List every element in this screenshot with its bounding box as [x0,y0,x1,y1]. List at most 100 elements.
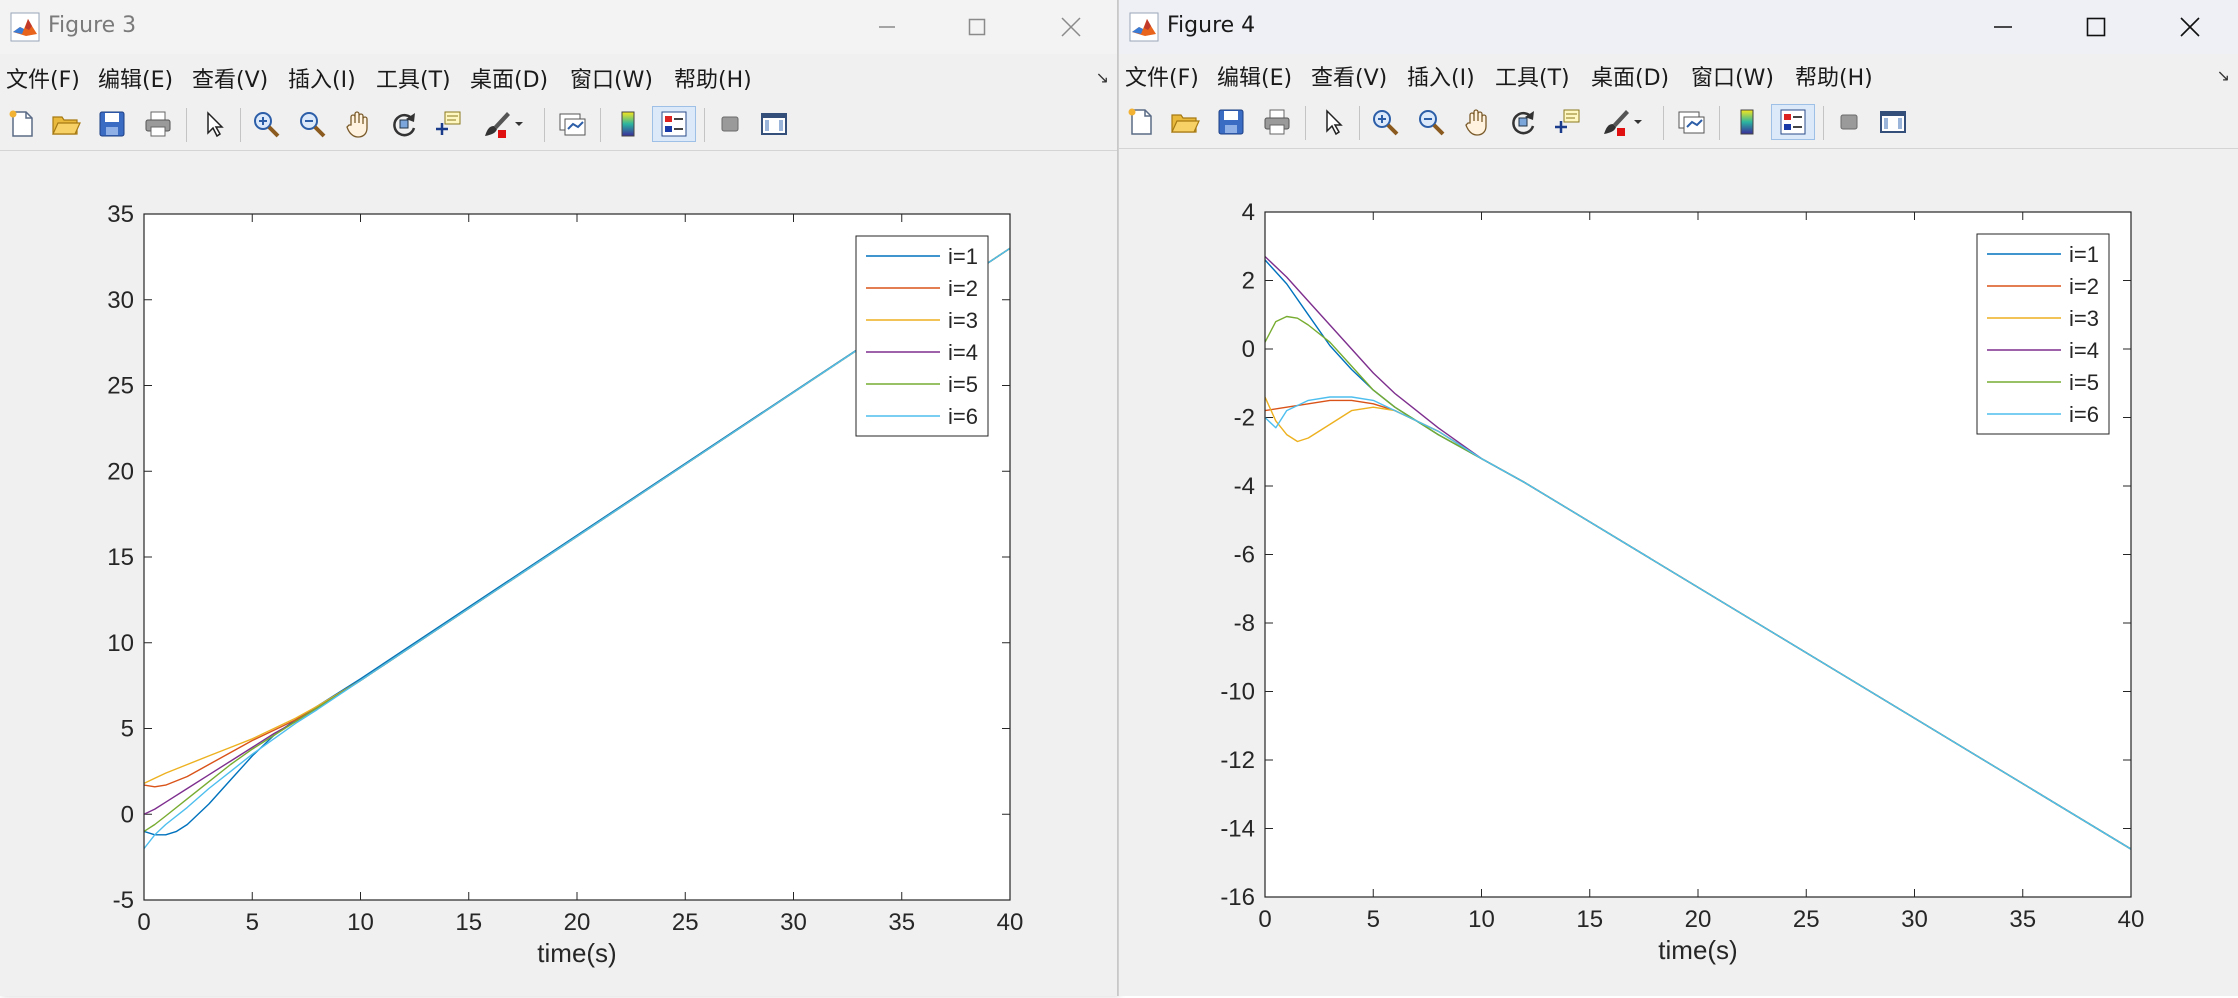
insert-legend-button[interactable] [652,106,696,142]
data-cursor-button[interactable] [1549,104,1585,140]
y-tick-label: -12 [1220,747,1255,774]
insert-colorbar-button[interactable] [610,106,646,142]
select-arrow-button[interactable] [196,106,232,142]
y-tick-label: -4 [1234,473,1255,500]
brush-button[interactable] [478,106,514,142]
menu-tools[interactable]: 工具(T) [376,62,451,94]
y-tick-label: 35 [107,201,134,228]
line-chart[interactable]: 0 5 10 15 20 25 30 35 40 -16 -14 -12 -10 -8 -6 -4 -2 0 2 4 t… [1119,150,2238,996]
y-tick-label: 20 [107,458,134,485]
brush-icon [485,112,510,138]
x-tick-label: 0 [137,909,150,936]
legend-label: i=4 [2069,338,2099,363]
legend-label: i=5 [948,372,978,397]
minimize-button[interactable] [856,6,918,48]
y-tick-label: 4 [1242,199,1255,226]
legend-label: i=2 [948,276,978,301]
menu-insert[interactable]: 插入(I) [1407,60,1475,92]
x-tick-label: 40 [997,909,1024,936]
new-figure-button[interactable] [1123,104,1159,140]
select-arrow-button[interactable] [1315,104,1351,140]
open-file-button[interactable] [48,106,84,142]
legend-label: i=4 [948,340,978,365]
save-button[interactable] [1213,104,1249,140]
rotate-3d-button[interactable] [386,106,422,142]
x-tick-label: 15 [455,909,482,936]
brush-dropdown[interactable] [512,106,526,142]
brush-dropdown[interactable] [1631,104,1645,140]
dock-figure-icon[interactable]: ↘ [1096,68,1109,87]
pan-button[interactable] [1459,104,1495,140]
save-button[interactable] [94,106,130,142]
x-tick-label: 30 [1901,906,1928,933]
zoom-out-button[interactable] [1413,104,1449,140]
menu-desktop[interactable]: 桌面(D) [470,62,548,94]
title-bar[interactable]: Figure 4 [1119,0,2238,54]
zoom-out-button[interactable] [294,106,330,142]
pan-button[interactable] [340,106,376,142]
print-icon [1264,109,1290,135]
show-plot-tools-button[interactable] [756,106,792,142]
menu-view[interactable]: 查看(V) [1311,60,1387,92]
link-plot-button[interactable] [1673,104,1709,140]
brush-button[interactable] [1597,104,1633,140]
menu-edit[interactable]: 编辑(E) [1217,60,1292,92]
hide-plot-tools-button[interactable] [1831,104,1867,140]
close-button[interactable] [2159,6,2221,48]
menu-desktop[interactable]: 桌面(D) [1591,60,1669,92]
new-figure-button[interactable] [4,106,40,142]
pan-hand-icon [346,111,368,138]
menu-help[interactable]: 帮助(H) [674,62,752,94]
menu-window[interactable]: 窗口(W) [1691,60,1774,92]
maximize-icon [2086,17,2106,37]
maximize-button[interactable] [2065,6,2127,48]
menu-help[interactable]: 帮助(H) [1795,60,1873,92]
menu-edit[interactable]: 编辑(E) [98,62,173,94]
y-tick-label: -8 [1234,610,1255,637]
data-cursor-icon [1555,109,1580,133]
minimize-icon [1994,26,2012,28]
insert-colorbar-button[interactable] [1729,104,1765,140]
menu-file[interactable]: 文件(F) [1125,60,1199,92]
minimize-button[interactable] [1972,6,2034,48]
menu-insert[interactable]: 插入(I) [288,62,356,94]
menu-view[interactable]: 查看(V) [192,62,268,94]
title-bar[interactable]: Figure 3 [0,0,1117,54]
close-button[interactable] [1040,6,1102,48]
maximize-button[interactable] [946,6,1008,48]
print-button[interactable] [140,106,176,142]
link-plot-icon [1678,111,1705,134]
chevron-down-icon [515,122,523,126]
rotate-3d-icon [393,113,416,137]
zoom-out-icon [1419,110,1445,136]
x-tick-label: 25 [1793,906,1820,933]
print-button[interactable] [1259,104,1295,140]
menu-file[interactable]: 文件(F) [6,62,80,94]
open-file-button[interactable] [1167,104,1203,140]
line-chart[interactable]: 0 5 10 15 20 25 30 35 40-505101520253035time(s)i… [0,152,1118,996]
zoom-in-button[interactable] [1367,104,1403,140]
x-tick-label: 25 [672,909,699,936]
close-icon [2180,17,2200,37]
x-tick-label: 20 [1685,906,1712,933]
y-tick-label: -6 [1234,542,1255,569]
select-arrow-icon [1326,109,1343,136]
hide-plot-tools-button[interactable] [712,106,748,142]
menu-tools[interactable]: 工具(T) [1495,60,1570,92]
menu-window[interactable]: 窗口(W) [570,62,653,94]
show-plot-tools-button[interactable] [1875,104,1911,140]
matlab-logo-icon [1129,12,1159,42]
link-plot-button[interactable] [554,106,590,142]
data-cursor-button[interactable] [430,106,466,142]
save-icon [99,111,125,137]
x-axis-label: time(s) [537,938,616,968]
zoom-in-button[interactable] [248,106,284,142]
dock-figure-icon[interactable]: ↘ [2217,66,2230,85]
x-tick-label: 5 [246,909,259,936]
y-tick-label: -14 [1220,816,1255,843]
y-tick-label: 0 [121,801,134,828]
rotate-3d-button[interactable] [1505,104,1541,140]
insert-legend-button[interactable] [1771,104,1815,140]
legend-label: i=3 [2069,306,2099,331]
legend-label: i=2 [2069,274,2099,299]
